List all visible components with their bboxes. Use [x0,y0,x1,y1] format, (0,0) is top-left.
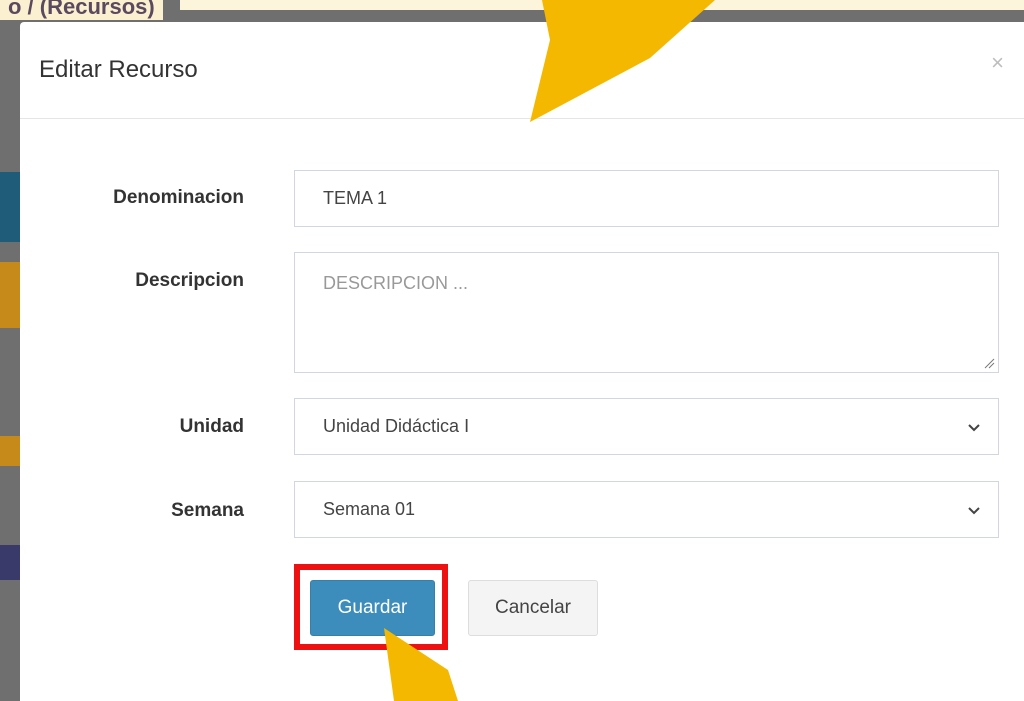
page: o / (Recursos) Editar Recurso × Denomina… [0,0,1024,701]
unidad-select[interactable]: Unidad Didáctica I [294,398,999,455]
unidad-selected-value: Unidad Didáctica I [323,416,470,436]
chevron-down-icon [968,423,980,431]
descripcion-textarea[interactable]: DESCRIPCION ... [294,252,999,373]
save-button[interactable]: Guardar [310,580,435,636]
background-page-title: o / (Recursos) [0,0,163,20]
semana-select[interactable]: Semana 01 [294,481,999,538]
background-strip [0,262,20,328]
close-icon[interactable]: × [991,52,1004,74]
modal-header: Editar Recurso × [20,22,1024,119]
semana-label: Semana [171,500,244,521]
semana-selected-value: Semana 01 [323,499,416,519]
modal-title: Editar Recurso [39,56,198,83]
descripcion-label: Descripcion [135,270,244,291]
denominacion-label: Denominacion [113,187,244,208]
background-strip [0,436,20,466]
background-strip [0,172,20,242]
denominacion-value: TEMA 1 [323,188,388,208]
background-strip [0,545,20,580]
background-header-strip [180,0,1024,10]
unidad-label: Unidad [179,416,244,437]
cancel-button[interactable]: Cancelar [468,580,598,636]
resize-grip-icon[interactable] [983,357,995,369]
denominacion-input[interactable]: TEMA 1 [294,170,999,227]
chevron-down-icon [968,506,980,514]
descripcion-placeholder: DESCRIPCION ... [323,273,469,293]
